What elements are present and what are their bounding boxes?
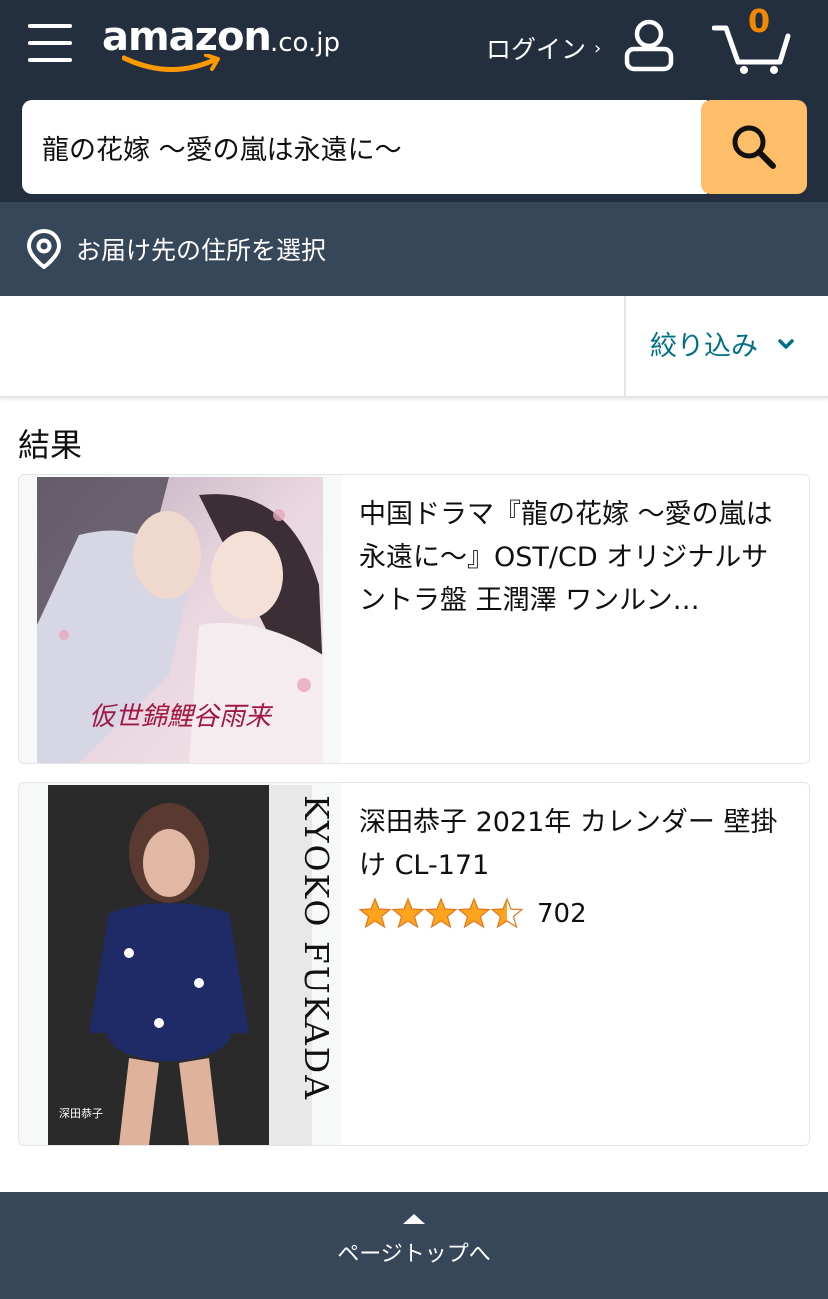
amazon-logo[interactable]: amazon .co.jp bbox=[102, 14, 362, 78]
back-to-top-label: ページトップへ bbox=[337, 1242, 491, 1267]
product-image[interactable]: KYOKO FUKADA 深田恭子 bbox=[19, 783, 341, 1145]
cart-count-badge: 0 bbox=[747, 2, 771, 40]
delivery-label: お届け先の住所を選択 bbox=[76, 236, 327, 265]
filter-divider bbox=[624, 296, 626, 396]
login-label: ログイン bbox=[486, 35, 587, 64]
product-card[interactable]: KYOKO FUKADA 深田恭子 深田恭子 2021年 カレンダー 壁掛け C… bbox=[18, 782, 810, 1146]
filter-bar: 絞り込み bbox=[0, 296, 828, 398]
product-rating[interactable]: 702 bbox=[359, 897, 587, 931]
filter-button[interactable]: 絞り込み bbox=[650, 324, 794, 363]
cart-button[interactable]: 0 bbox=[712, 2, 792, 76]
delivery-address-bar[interactable]: お届け先の住所を選択 bbox=[0, 202, 828, 296]
results-heading: 結果 bbox=[18, 426, 83, 464]
chevron-down-icon bbox=[778, 338, 794, 349]
star-rating-icon bbox=[359, 898, 523, 928]
search-icon bbox=[732, 125, 776, 169]
filter-label: 絞り込み bbox=[650, 331, 758, 362]
logo-suffix: .co.jp bbox=[270, 28, 341, 58]
search-bar: 龍の花嫁 〜愛の嵐は永遠に〜 bbox=[22, 100, 807, 194]
logo-smile-icon bbox=[122, 54, 220, 72]
location-pin-icon bbox=[26, 229, 62, 269]
product-card[interactable]: 仮世錦鯉谷雨来 中国ドラマ『龍の花嫁 〜愛の嵐は永遠に〜』OST/CD オリジナ… bbox=[18, 474, 810, 764]
product-image-caption: KYOKO FUKADA bbox=[297, 795, 336, 1101]
arrow-up-icon bbox=[403, 1214, 425, 1224]
product-title[interactable]: 深田恭子 2021年 カレンダー 壁掛け CL-171 bbox=[359, 801, 791, 887]
search-input[interactable]: 龍の花嫁 〜愛の嵐は永遠に〜 bbox=[22, 100, 707, 194]
product-image-caption: 仮世錦鯉谷雨来 bbox=[89, 702, 274, 732]
product-image-art: KYOKO FUKADA 深田恭子 bbox=[48, 785, 336, 1145]
top-navigation-bar: amazon .co.jp ログイン › 0 龍の花嫁 〜愛の嵐は永遠に〜 bbox=[0, 0, 828, 202]
login-chevron: › bbox=[594, 37, 602, 59]
product-image[interactable]: 仮世錦鯉谷雨来 bbox=[19, 475, 341, 763]
user-icon[interactable] bbox=[622, 18, 676, 72]
product-image-art: 仮世錦鯉谷雨来 bbox=[37, 477, 323, 763]
product-title[interactable]: 中国ドラマ『龍の花嫁 〜愛の嵐は永遠に〜』OST/CD オリジナルサントラ盤 王… bbox=[359, 493, 791, 622]
search-button[interactable] bbox=[701, 100, 807, 194]
rating-count: 702 bbox=[537, 899, 587, 929]
svg-text:深田恭子: 深田恭子 bbox=[59, 1107, 103, 1120]
login-link[interactable]: ログイン › bbox=[486, 30, 601, 66]
back-to-top-button[interactable]: ページトップへ bbox=[0, 1192, 828, 1299]
menu-icon[interactable] bbox=[28, 22, 74, 64]
